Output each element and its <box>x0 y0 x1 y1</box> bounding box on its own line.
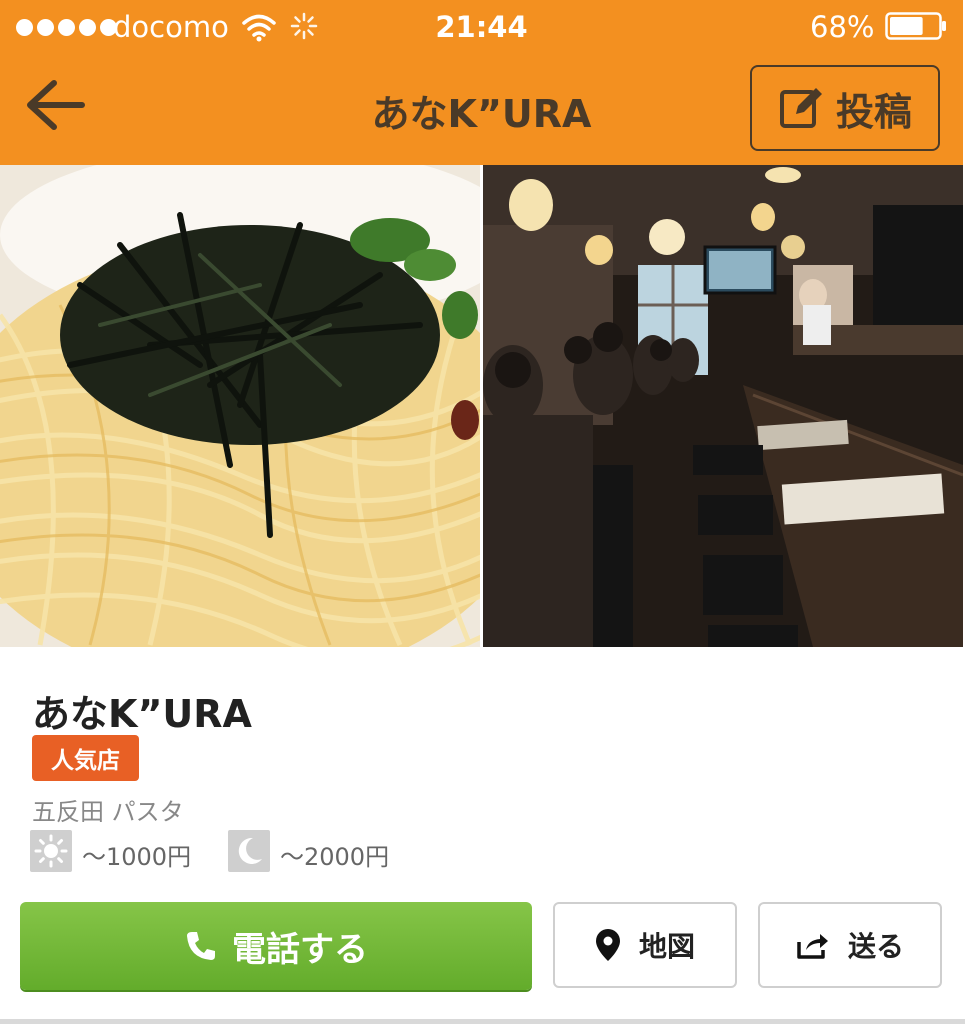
call-button-label: 電話する <box>232 929 368 970</box>
map-button-label: 地図 <box>638 930 695 963</box>
pasta-photo[interactable] <box>0 165 480 647</box>
popular-badge: 人気店 <box>32 735 139 781</box>
edit-icon <box>779 88 822 128</box>
shop-area-genre: 五反田 パスタ <box>32 798 184 826</box>
shop-name: あなK”URA <box>32 692 252 736</box>
interior-image <box>483 165 963 647</box>
price-row: 〜1000円 〜2000円 <box>30 830 530 872</box>
map-button[interactable]: 地図 <box>553 902 737 988</box>
send-button[interactable]: 送る <box>758 902 942 988</box>
lunch-price: 〜1000円 <box>82 843 192 871</box>
status-bar: docomo 21:44 68% <box>0 0 963 55</box>
post-button[interactable]: 投稿 <box>750 65 940 151</box>
header: docomo 21:44 68% あなK”URA 投稿 <box>0 0 963 165</box>
battery-icon <box>885 12 946 40</box>
send-button-label: 送る <box>847 930 904 963</box>
battery-percent: 68% <box>810 10 875 44</box>
dinner-price: 〜2000円 <box>280 843 390 871</box>
divider <box>0 1019 965 1024</box>
phone-icon <box>187 932 215 960</box>
map-pin-icon <box>595 929 620 961</box>
share-icon <box>797 934 828 959</box>
moon-icon <box>228 830 270 872</box>
post-button-label: 投稿 <box>835 89 912 134</box>
interior-photo[interactable] <box>483 165 963 647</box>
pasta-image <box>0 165 480 647</box>
nav-bar: あなK”URA 投稿 <box>0 55 963 165</box>
sun-icon <box>30 830 72 872</box>
call-button[interactable]: 電話する <box>20 902 532 990</box>
